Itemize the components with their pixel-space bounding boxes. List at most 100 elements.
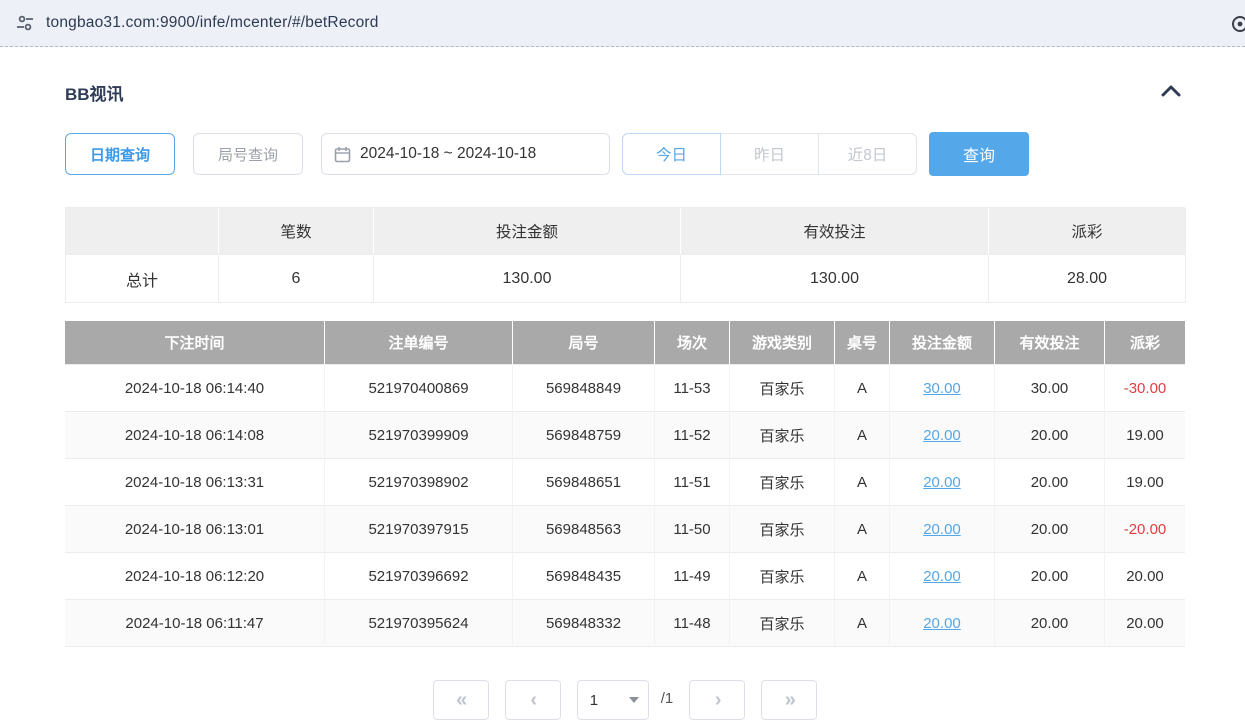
table-row: 2024-10-18 06:13:31 521970398902 5698486…	[65, 459, 1185, 506]
round-no-cell: 569848563	[513, 506, 655, 553]
table-header-cell: 派彩	[1105, 321, 1185, 365]
game-type-cell: 百家乐	[730, 553, 835, 600]
date-range-input[interactable]: 2024-10-18 ~ 2024-10-18	[321, 133, 610, 175]
bet-no-cell: 521970398902	[325, 459, 513, 506]
browser-address-bar: tongbao31.com:9900/infe/mcenter/#/betRec…	[0, 0, 1245, 47]
payout-cell: -30.00	[1105, 365, 1185, 412]
last-8-days-button[interactable]: 近8日	[818, 133, 917, 175]
summary-header-cell	[66, 208, 219, 255]
session-cell: 11-49	[655, 553, 730, 600]
bet-amount-link[interactable]: 20.00	[923, 427, 961, 444]
valid-bet-cell: 20.00	[995, 459, 1105, 506]
table-header-cell: 局号	[513, 321, 655, 365]
valid-bet-cell: 20.00	[995, 553, 1105, 600]
calendar-icon	[334, 146, 351, 163]
table-header-cell: 有效投注	[995, 321, 1105, 365]
payout-cell: 19.00	[1105, 412, 1185, 459]
round-no-cell: 569848759	[513, 412, 655, 459]
round-no-cell: 569848849	[513, 365, 655, 412]
bet-amount-link[interactable]: 20.00	[923, 615, 961, 632]
page-select-wrap: 1	[577, 680, 649, 720]
summary-total-label: 总计	[66, 255, 219, 303]
table-no-cell: A	[835, 365, 890, 412]
table-header-row: 下注时间 注单编号 局号 场次 游戏类别 桌号 投注金额 有效投注 派彩	[65, 321, 1185, 365]
table-row: 2024-10-18 06:11:47 521970395624 5698483…	[65, 600, 1185, 647]
summary-payout: 28.00	[989, 255, 1186, 303]
page-select[interactable]: 1	[577, 680, 649, 720]
bet-no-cell: 521970399909	[325, 412, 513, 459]
browser-extension-icon[interactable]	[1231, 15, 1245, 33]
first-page-button[interactable]: «	[433, 680, 489, 720]
table-no-cell: A	[835, 553, 890, 600]
game-type-cell: 百家乐	[730, 600, 835, 647]
table-header-cell: 注单编号	[325, 321, 513, 365]
site-settings-icon[interactable]	[14, 12, 36, 34]
total-pages-label: /1	[661, 690, 674, 707]
bet-no-cell: 521970396692	[325, 553, 513, 600]
payout-cell: -20.00	[1105, 506, 1185, 553]
yesterday-button[interactable]: 昨日	[720, 133, 819, 175]
game-type-cell: 百家乐	[730, 506, 835, 553]
bet-time-cell: 2024-10-18 06:13:31	[65, 459, 325, 506]
table-row: 2024-10-18 06:13:01 521970397915 5698485…	[65, 506, 1185, 553]
session-cell: 11-48	[655, 600, 730, 647]
bet-time-cell: 2024-10-18 06:12:20	[65, 553, 325, 600]
round-no-cell: 569848435	[513, 553, 655, 600]
last-page-button[interactable]: »	[761, 680, 817, 720]
payout-cell: 19.00	[1105, 459, 1185, 506]
table-no-cell: A	[835, 412, 890, 459]
bet-amount-link[interactable]: 20.00	[923, 568, 961, 585]
bet-record-panel: BB视讯 日期查询 局号查询 2024-10-18 ~ 2024-10-18 今…	[65, 80, 1185, 720]
summary-header-cell: 笔数	[219, 208, 374, 255]
last-page-icon: »	[785, 689, 794, 712]
bet-amount-link[interactable]: 20.00	[923, 474, 961, 491]
payout-cell: 20.00	[1105, 600, 1185, 647]
next-page-icon: ›	[715, 689, 720, 712]
bet-record-table: 下注时间 注单编号 局号 场次 游戏类别 桌号 投注金额 有效投注 派彩 202…	[65, 321, 1185, 647]
table-row: 2024-10-18 06:14:40 521970400869 5698488…	[65, 365, 1185, 412]
quick-date-group: 今日 昨日 近8日	[622, 133, 917, 175]
valid-bet-cell: 20.00	[995, 412, 1105, 459]
valid-bet-cell: 20.00	[995, 506, 1105, 553]
table-header-cell: 桌号	[835, 321, 890, 365]
session-cell: 11-51	[655, 459, 730, 506]
game-type-cell: 百家乐	[730, 412, 835, 459]
session-cell: 11-50	[655, 506, 730, 553]
bet-no-cell: 521970395624	[325, 600, 513, 647]
round-no-cell: 569848651	[513, 459, 655, 506]
summary-header-cell: 投注金额	[374, 208, 681, 255]
bet-no-cell: 521970400869	[325, 365, 513, 412]
valid-bet-cell: 20.00	[995, 600, 1105, 647]
game-type-cell: 百家乐	[730, 365, 835, 412]
today-button[interactable]: 今日	[622, 133, 721, 175]
table-header-cell: 游戏类别	[730, 321, 835, 365]
prev-page-icon: ‹	[530, 689, 535, 712]
search-button[interactable]: 查询	[929, 132, 1029, 176]
table-no-cell: A	[835, 600, 890, 647]
bet-amount-link[interactable]: 30.00	[923, 380, 961, 397]
game-type-cell: 百家乐	[730, 459, 835, 506]
bet-time-cell: 2024-10-18 06:11:47	[65, 600, 325, 647]
bet-time-cell: 2024-10-18 06:13:01	[65, 506, 325, 553]
bet-no-cell: 521970397915	[325, 506, 513, 553]
page-title: BB视讯	[65, 80, 124, 105]
valid-bet-cell: 30.00	[995, 365, 1105, 412]
summary-valid-bet: 130.00	[681, 255, 989, 303]
next-page-button[interactable]: ›	[689, 680, 745, 720]
prev-page-button[interactable]: ‹	[505, 680, 561, 720]
table-header-cell: 下注时间	[65, 321, 325, 365]
table-row: 2024-10-18 06:12:20 521970396692 5698484…	[65, 553, 1185, 600]
date-range-value: 2024-10-18 ~ 2024-10-18	[360, 145, 536, 163]
collapse-panel-button[interactable]	[1157, 82, 1185, 104]
filter-toolbar: 日期查询 局号查询 2024-10-18 ~ 2024-10-18 今日 昨日 …	[65, 132, 1185, 176]
url-text[interactable]: tongbao31.com:9900/infe/mcenter/#/betRec…	[46, 14, 379, 32]
summary-count: 6	[219, 255, 374, 303]
bet-amount-link[interactable]: 20.00	[923, 521, 961, 538]
summary-header-cell: 有效投注	[681, 208, 989, 255]
round-query-tab[interactable]: 局号查询	[193, 133, 303, 175]
round-no-cell: 569848332	[513, 600, 655, 647]
payout-cell: 20.00	[1105, 553, 1185, 600]
date-query-tab[interactable]: 日期查询	[65, 133, 175, 175]
summary-table: 笔数 投注金额 有效投注 派彩 总计 6 130.00 130.00 28.00	[65, 207, 1185, 303]
summary-header-cell: 派彩	[989, 208, 1186, 255]
